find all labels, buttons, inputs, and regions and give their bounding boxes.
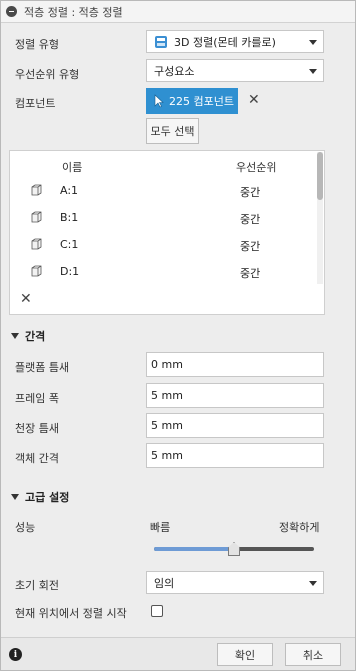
object-spacing-input[interactable]: 5 mm (146, 443, 324, 468)
component-icon (31, 238, 42, 250)
arrange-type-select[interactable]: 3D 정렬(몬테 카를로) (146, 30, 324, 53)
performance-slider[interactable] (154, 542, 314, 556)
frame-width-value: 5 mm (151, 389, 183, 402)
row-priority[interactable]: 중간 (240, 238, 260, 254)
cursor-arrow-icon (154, 94, 164, 108)
table-header-name: 이름 (62, 161, 83, 174)
table-row[interactable]: C:1 중간 (10, 232, 318, 258)
priority-type-value: 구성요소 (154, 64, 195, 78)
component-icon (31, 265, 42, 277)
row-name: C:1 (60, 238, 79, 251)
dialog-footer: i 확인 취소 (1, 637, 355, 670)
chevron-down-icon (309, 581, 317, 586)
table-header-priority: 우선순위 (236, 161, 277, 174)
row-priority[interactable]: 중간 (240, 211, 260, 227)
table-row[interactable]: A:1 중간 (10, 178, 318, 204)
components-selection-button[interactable]: 225 컴포넌트 (146, 88, 238, 114)
row-name: A:1 (60, 184, 79, 197)
row-name: D:1 (60, 265, 80, 278)
advanced-section-title: 고급 설정 (25, 491, 70, 504)
priority-type-select[interactable]: 구성요소 (146, 59, 324, 82)
chevron-down-icon (309, 40, 317, 45)
dialog-title: 적층 정렬 : 적층 정렬 (24, 5, 123, 19)
cancel-button[interactable]: 취소 (285, 643, 341, 666)
object-spacing-label: 객체 간격 (15, 452, 59, 465)
initial-rotation-value: 임의 (154, 576, 175, 590)
ok-button[interactable]: 확인 (217, 643, 273, 666)
platform-gap-value: 0 mm (151, 358, 183, 371)
component-icon (31, 211, 42, 223)
initial-rotation-select[interactable]: 임의 (146, 571, 324, 594)
ceiling-gap-label: 천장 틈새 (15, 422, 59, 435)
ceiling-gap-input[interactable]: 5 mm (146, 413, 324, 438)
arrange-type-value: 3D 정렬(몬테 카를로) (174, 35, 276, 49)
performance-accurate-label: 정확하게 (279, 521, 320, 534)
collapse-triangle-icon (11, 494, 19, 500)
spacing-section-title: 간격 (25, 330, 46, 343)
platform-gap-label: 플랫폼 틈새 (15, 361, 70, 374)
table-scrollbar[interactable] (317, 152, 323, 284)
start-from-current-checkbox[interactable] (151, 605, 163, 617)
stack-arrange-dialog: 적층 정렬 : 적층 정렬 정렬 유형 3D 정렬(몬테 카를로) 우선순위 유… (0, 0, 356, 671)
performance-slider-fill (154, 547, 234, 551)
advanced-section-header[interactable]: 고급 설정 (11, 489, 69, 505)
performance-fast-label: 빠름 (150, 521, 171, 534)
scrollbar-thumb[interactable] (317, 152, 323, 200)
performance-label: 성능 (15, 521, 36, 534)
row-name: B:1 (60, 211, 79, 224)
platform-gap-input[interactable]: 0 mm (146, 352, 324, 377)
components-selection-label: 225 컴포넌트 (169, 95, 234, 108)
frame-width-label: 프레임 폭 (15, 392, 59, 405)
table-row[interactable]: B:1 중간 (10, 205, 318, 231)
components-table: 이름 우선순위 A:1 중간 B:1 중간 C:1 중간 D:1 중간 ✕ (9, 150, 325, 315)
dialog-titlebar[interactable]: 적층 정렬 : 적층 정렬 (1, 1, 355, 23)
collapse-icon[interactable] (6, 6, 17, 17)
object-spacing-value: 5 mm (151, 449, 183, 462)
priority-type-label: 우선순위 유형 (15, 68, 80, 81)
ceiling-gap-value: 5 mm (151, 419, 183, 432)
component-icon (31, 184, 42, 196)
components-label: 컴포넌트 (15, 97, 56, 110)
row-priority[interactable]: 중간 (240, 184, 260, 200)
arrange-3d-icon (155, 35, 167, 48)
initial-rotation-label: 초기 회전 (15, 579, 59, 592)
remove-row-icon[interactable]: ✕ (20, 291, 32, 307)
start-from-current-label: 현재 위치에서 정렬 시작 (15, 607, 127, 620)
performance-slider-thumb[interactable] (228, 542, 240, 556)
info-icon[interactable]: i (9, 648, 22, 661)
frame-width-input[interactable]: 5 mm (146, 383, 324, 408)
chevron-down-icon (309, 69, 317, 74)
clear-selection-icon[interactable]: ✕ (248, 92, 260, 108)
row-priority[interactable]: 중간 (240, 265, 260, 281)
table-row[interactable]: D:1 중간 (10, 259, 318, 285)
arrange-type-label: 정렬 유형 (15, 38, 59, 51)
collapse-triangle-icon (11, 333, 19, 339)
spacing-section-header[interactable]: 간격 (11, 328, 45, 344)
select-all-button[interactable]: 모두 선택 (146, 118, 199, 144)
